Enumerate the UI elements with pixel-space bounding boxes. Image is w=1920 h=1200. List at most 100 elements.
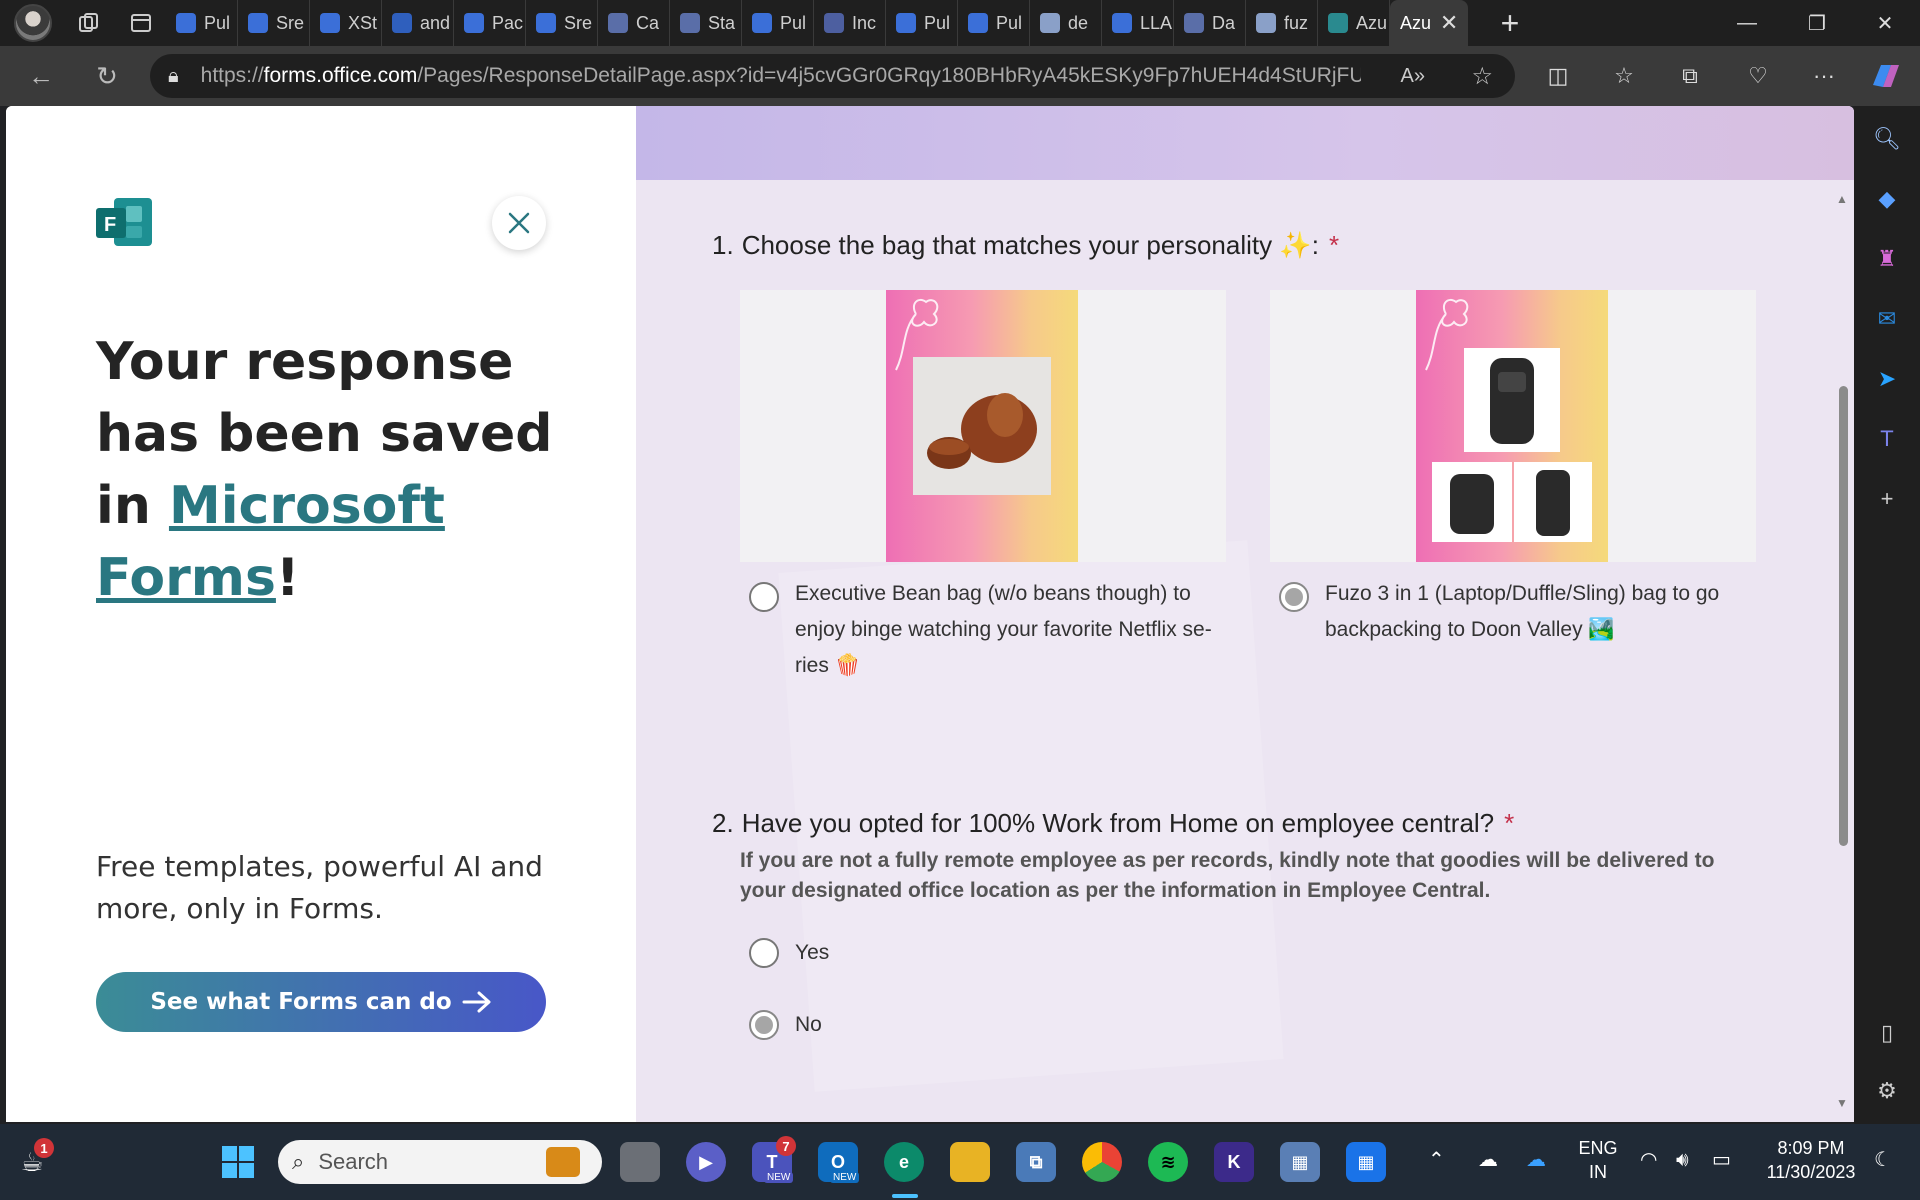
question-2-option-yes-radio[interactable] bbox=[749, 938, 779, 968]
promo-artwork bbox=[1416, 290, 1608, 562]
chrome-icon[interactable] bbox=[1082, 1142, 1122, 1182]
onedrive-icon[interactable]: ☁ bbox=[1526, 1148, 1546, 1172]
calendar-icon[interactable]: ▦ bbox=[1346, 1142, 1386, 1182]
drop-icon[interactable]: ➤ bbox=[1870, 362, 1904, 396]
browser-tab[interactable]: Pac bbox=[454, 0, 526, 46]
browser-tab[interactable]: Da bbox=[1174, 0, 1246, 46]
split-screen-icon[interactable]: ◫ bbox=[1536, 54, 1580, 98]
tab-favicon-icon bbox=[968, 13, 988, 33]
web-page: F Your response has been saved in Micros… bbox=[6, 106, 1854, 1122]
clock[interactable]: 8:09 PM 11/30/2023 bbox=[1756, 1136, 1866, 1184]
favorites-icon[interactable]: ☆ bbox=[1602, 54, 1646, 98]
question-1-option-1-label[interactable]: Executive Bean bag (w/o beans though) to… bbox=[795, 576, 1225, 684]
read-aloud-icon[interactable]: A» bbox=[1401, 65, 1425, 88]
question-1-option-1-radio[interactable] bbox=[749, 582, 779, 612]
hide-sidebar-icon[interactable]: ▯ bbox=[1870, 1016, 1904, 1050]
question-2-option-no-radio[interactable] bbox=[749, 1010, 779, 1040]
wifi-icon[interactable]: ◠ bbox=[1640, 1148, 1657, 1172]
browser-tab[interactable]: Azu bbox=[1318, 0, 1390, 46]
browser-tab[interactable]: Inc bbox=[814, 0, 886, 46]
sidebar-settings-icon[interactable]: ⚙ bbox=[1870, 1074, 1904, 1108]
browser-tab[interactable]: Sta bbox=[670, 0, 742, 46]
browser-tab[interactable]: and bbox=[382, 0, 454, 46]
tab-list: Pul Sre XSt and Pac Sre Ca Sta Pul Inc Pul Pul de LLA… bbox=[166, 0, 1390, 46]
file-explorer-icon[interactable] bbox=[950, 1142, 990, 1182]
new-tab-button[interactable]: + bbox=[1490, 3, 1530, 43]
browser-tab[interactable]: de bbox=[1030, 0, 1102, 46]
tab-label: Azu bbox=[1356, 12, 1388, 33]
windows-logo-icon bbox=[222, 1146, 254, 1178]
browser-tab[interactable]: Sre bbox=[526, 0, 598, 46]
browser-tab[interactable]: Pul bbox=[742, 0, 814, 46]
question-1-option-2-radio[interactable] bbox=[1279, 582, 1309, 612]
chat-icon[interactable]: ▶ bbox=[686, 1142, 726, 1182]
browser-tab[interactable]: Sre bbox=[238, 0, 310, 46]
tab-favicon-icon bbox=[1256, 13, 1276, 33]
backpack-photo-main bbox=[1464, 348, 1560, 452]
tab-favicon-icon bbox=[176, 13, 196, 33]
question-2-subtitle: If you are not a fully remote employee a… bbox=[740, 849, 1715, 902]
tab-favicon-icon bbox=[392, 13, 412, 33]
more-menu-icon[interactable]: ··· bbox=[1802, 54, 1846, 98]
profile-avatar[interactable] bbox=[14, 4, 52, 42]
browser-tab[interactable]: LLA bbox=[1102, 0, 1174, 46]
close-tab-icon[interactable]: ✕ bbox=[1435, 9, 1463, 37]
kusto-explorer-icon[interactable]: K bbox=[1214, 1142, 1254, 1182]
promo-tagline: Free templates, powerful AI and more, on… bbox=[96, 850, 543, 925]
back-button[interactable]: ← bbox=[18, 53, 64, 99]
taskbar-search[interactable]: ⌕ Search bbox=[278, 1140, 602, 1184]
browser-tab[interactable]: Pul bbox=[166, 0, 238, 46]
lock-icon[interactable]: 🔒︎ bbox=[168, 65, 179, 88]
option-image-bean-bag bbox=[740, 290, 1226, 562]
tab-actions-icon[interactable] bbox=[126, 8, 156, 38]
volume-icon[interactable]: 🔊︎ bbox=[1676, 1148, 1689, 1172]
minimize-button[interactable]: — bbox=[1712, 0, 1782, 46]
browser-tab[interactable]: Ca bbox=[598, 0, 670, 46]
sidebar-search-icon[interactable]: 🔍︎ bbox=[1870, 122, 1904, 156]
outlook-icon[interactable]: ✉ bbox=[1870, 302, 1904, 336]
see-what-forms-can-do-button[interactable]: See what Forms can do bbox=[96, 972, 546, 1032]
browser-tab[interactable]: Pul bbox=[958, 0, 1030, 46]
close-window-button[interactable]: ✕ bbox=[1850, 0, 1920, 46]
workspaces-icon[interactable] bbox=[74, 8, 104, 38]
browser-essentials-icon[interactable]: ♡ bbox=[1736, 54, 1780, 98]
question-2-option-yes-label[interactable]: Yes bbox=[795, 935, 829, 971]
close-promo-button[interactable] bbox=[492, 196, 546, 250]
shopping-tag-icon[interactable]: ◆ bbox=[1870, 182, 1904, 216]
cloud-icon[interactable]: ☁ bbox=[1478, 1148, 1498, 1172]
teams-icon[interactable]: T bbox=[1870, 422, 1904, 456]
copilot-icon[interactable] bbox=[1864, 54, 1908, 98]
browser-tab-strip: Pul Sre XSt and Pac Sre Ca Sta Pul Inc Pul Pul de LLA… bbox=[0, 0, 1920, 46]
tab-label: Da bbox=[1212, 12, 1236, 33]
question-1-option-2-label[interactable]: Fuzo 3 in 1 (Laptop/Duffle/Sling) bag to… bbox=[1325, 576, 1755, 648]
url-text[interactable]: https://forms.office.com/Pages/ResponseD… bbox=[201, 64, 1361, 88]
start-button[interactable] bbox=[218, 1142, 258, 1182]
task-view-icon[interactable] bbox=[620, 1142, 660, 1182]
refresh-button[interactable]: ↻ bbox=[84, 53, 130, 99]
browser-tab[interactable]: Pul bbox=[886, 0, 958, 46]
form-response-panel: 1. Choose the bag that matches your pers… bbox=[636, 106, 1854, 1122]
notifications-icon[interactable]: ☾ bbox=[1874, 1148, 1892, 1172]
scroll-down-icon[interactable]: ▼ bbox=[1836, 1096, 1848, 1110]
spotify-icon[interactable]: ≋ bbox=[1148, 1142, 1188, 1182]
question-2-option-no-label[interactable]: No bbox=[795, 1007, 822, 1043]
add-sidebar-app-icon[interactable]: + bbox=[1870, 482, 1904, 516]
address-bar[interactable]: 🔒︎ https://forms.office.com/Pages/Respon… bbox=[150, 54, 1515, 98]
tab-favicon-icon bbox=[680, 13, 700, 33]
scroll-up-icon[interactable]: ▲ bbox=[1836, 192, 1848, 206]
remote-desktop-icon[interactable]: ⧉ bbox=[1016, 1142, 1056, 1182]
battery-icon[interactable]: ▭ bbox=[1712, 1148, 1731, 1172]
network-app-icon[interactable]: ▦ bbox=[1280, 1142, 1320, 1182]
language-indicator[interactable]: ENG IN bbox=[1576, 1136, 1620, 1184]
scrollbar-thumb[interactable] bbox=[1839, 386, 1848, 846]
games-icon[interactable]: ♜ bbox=[1870, 242, 1904, 276]
collections-icon[interactable]: ⧉ bbox=[1668, 54, 1712, 98]
tab-active[interactable]: Azu ✕ bbox=[1390, 0, 1468, 46]
restore-button[interactable]: ❐ bbox=[1782, 0, 1852, 46]
edge-taskbar-icon[interactable]: e bbox=[884, 1142, 924, 1182]
show-hidden-icons-icon[interactable]: ⌃ bbox=[1428, 1148, 1445, 1172]
browser-tab[interactable]: XSt bbox=[310, 0, 382, 46]
favorite-star-icon[interactable]: ☆ bbox=[1471, 62, 1493, 91]
tab-favicon-icon bbox=[1328, 13, 1348, 33]
browser-tab[interactable]: fuz bbox=[1246, 0, 1318, 46]
